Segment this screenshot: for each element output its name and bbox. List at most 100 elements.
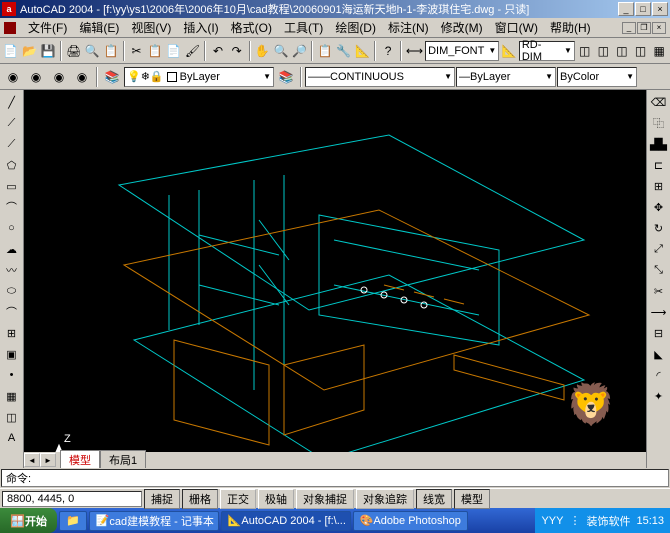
paste-icon[interactable]: 📄 <box>165 40 183 62</box>
dimstyle-combo[interactable]: DIM_FONT▼ <box>425 41 499 61</box>
copy2-icon[interactable]: ⿻ <box>649 113 669 133</box>
tb4-icon[interactable]: ◫ <box>632 40 650 62</box>
menu-tools[interactable]: 工具(T) <box>278 17 329 38</box>
trim-icon[interactable]: ✂ <box>649 281 669 301</box>
osnap-toggle[interactable]: 对象捕捉 <box>296 489 354 509</box>
menu-dimension[interactable]: 标注(N) <box>382 17 435 38</box>
dc-icon[interactable]: 🔧 <box>335 40 353 62</box>
grid-toggle[interactable]: 栅格 <box>182 489 218 509</box>
lwt-toggle[interactable]: 线宽 <box>416 489 452 509</box>
block-icon[interactable]: ▣ <box>2 344 22 364</box>
linetype-combo[interactable]: —— CONTINUOUS▼ <box>305 67 455 87</box>
tb3-icon[interactable]: ◫ <box>613 40 631 62</box>
chamfer-icon[interactable]: ◣ <box>649 344 669 364</box>
break-icon[interactable]: ⊟ <box>649 323 669 343</box>
publish-icon[interactable]: 📋 <box>102 40 120 62</box>
layer3-icon[interactable]: ◉ <box>48 66 70 88</box>
spline-icon[interactable]: 〰 <box>2 260 22 280</box>
layermgr-icon[interactable]: 📚 <box>101 66 123 88</box>
snap-toggle[interactable]: 捕捉 <box>144 489 180 509</box>
dimstyle2-combo[interactable]: RD-DIM▼ <box>519 41 575 61</box>
new-icon[interactable]: 📄 <box>2 40 20 62</box>
tb1-icon[interactable]: ◫ <box>576 40 594 62</box>
redo-icon[interactable]: ↷ <box>228 40 246 62</box>
mdi-restore[interactable]: ❐ <box>637 22 651 34</box>
insert-icon[interactable]: ⊞ <box>2 323 22 343</box>
undo-icon[interactable]: ↶ <box>209 40 227 62</box>
layer2-icon[interactable]: ◉ <box>25 66 47 88</box>
rotate-icon[interactable]: ↻ <box>649 218 669 238</box>
system-tray[interactable]: YYY⋮装饰软件 15:13 <box>535 508 670 533</box>
text-icon[interactable]: A <box>2 428 22 448</box>
arc-icon[interactable]: ⌒ <box>2 197 22 217</box>
tab-layout1[interactable]: 布局1 <box>100 450 146 468</box>
rect-icon[interactable]: ▭ <box>2 176 22 196</box>
layer-combo[interactable]: 💡❄🔒ByLayer▼ <box>124 67 274 87</box>
pline-icon[interactable]: ⟋ <box>2 134 22 154</box>
tab-model[interactable]: 模型 <box>60 450 100 468</box>
erase-icon[interactable]: ⌫ <box>649 92 669 112</box>
color-combo[interactable]: ByColor▼ <box>557 67 637 87</box>
line-icon[interactable]: ╱ <box>2 92 22 112</box>
explode-icon[interactable]: ✦ <box>649 386 669 406</box>
dim-icon[interactable]: ⟷ <box>405 40 424 62</box>
dim2-icon[interactable]: 📐 <box>500 40 518 62</box>
zoom2-icon[interactable]: 🔎 <box>291 40 309 62</box>
task-autocad[interactable]: 📐 AutoCAD 2004 - [f:\... <box>221 511 351 531</box>
fillet-icon[interactable]: ◜ <box>649 365 669 385</box>
menu-insert[interactable]: 插入(I) <box>177 17 224 38</box>
zoom-icon[interactable]: 🔍 <box>272 40 290 62</box>
menu-format[interactable]: 格式(O) <box>225 17 278 38</box>
preview-icon[interactable]: 🔍 <box>84 40 102 62</box>
revcloud-icon[interactable]: ☁ <box>2 239 22 259</box>
region-icon[interactable]: ◫ <box>2 407 22 427</box>
mdi-icon[interactable] <box>4 22 16 34</box>
mirror-icon[interactable]: ▟▙ <box>649 134 669 154</box>
save-icon[interactable]: 💾 <box>39 40 57 62</box>
minimize-button[interactable]: _ <box>618 2 634 16</box>
tp-icon[interactable]: 📐 <box>354 40 372 62</box>
layer4-icon[interactable]: ◉ <box>71 66 93 88</box>
array-icon[interactable]: ⊞ <box>649 176 669 196</box>
scroll-left[interactable]: ◄ <box>24 453 40 467</box>
menu-view[interactable]: 视图(V) <box>125 17 177 38</box>
ellipse-icon[interactable]: ⬭ <box>2 281 22 301</box>
scroll-right[interactable]: ► <box>40 453 56 467</box>
task-explorer[interactable]: 📁 <box>59 511 87 531</box>
layerstate-icon[interactable]: 📚 <box>275 66 297 88</box>
maximize-button[interactable]: □ <box>635 2 651 16</box>
menu-help[interactable]: 帮助(H) <box>544 17 597 38</box>
open-icon[interactable]: 📂 <box>21 40 39 62</box>
tb5-icon[interactable]: ▦ <box>650 40 668 62</box>
scale-icon[interactable]: ⤢ <box>649 239 669 259</box>
start-button[interactable]: 🪟 开始 <box>0 508 57 533</box>
lineweight-combo[interactable]: — ByLayer▼ <box>456 67 556 87</box>
ellipsearc-icon[interactable]: ⌒ <box>2 302 22 322</box>
menu-edit[interactable]: 编辑(E) <box>73 17 125 38</box>
drawing-canvas[interactable]: Z X Y 🦁 ◄ ► 模型 布局1 <box>24 90 646 468</box>
circle-icon[interactable]: ○ <box>2 218 22 238</box>
stretch-icon[interactable]: ⤡ <box>649 260 669 280</box>
command-line[interactable]: 命令: <box>1 469 669 487</box>
offset-icon[interactable]: ⊏ <box>649 155 669 175</box>
move-icon[interactable]: ✥ <box>649 197 669 217</box>
hatch-icon[interactable]: ▦ <box>2 386 22 406</box>
ortho-toggle[interactable]: 正交 <box>220 489 256 509</box>
menu-file[interactable]: 文件(F) <box>22 17 73 38</box>
menu-modify[interactable]: 修改(M) <box>435 17 489 38</box>
menu-draw[interactable]: 绘图(D) <box>329 17 382 38</box>
otrack-toggle[interactable]: 对象追踪 <box>356 489 414 509</box>
tb2-icon[interactable]: ◫ <box>594 40 612 62</box>
match-icon[interactable]: 🖌 <box>184 40 202 62</box>
cut-icon[interactable]: ✂ <box>128 40 146 62</box>
print-icon[interactable]: 🖨 <box>65 40 83 62</box>
mdi-minimize[interactable]: _ <box>622 22 636 34</box>
mdi-close[interactable]: × <box>652 22 666 34</box>
polygon-icon[interactable]: ⬠ <box>2 155 22 175</box>
copy-icon[interactable]: 📋 <box>146 40 164 62</box>
point-icon[interactable]: • <box>2 365 22 385</box>
task-notepad[interactable]: 📝 cad建模教程 - 记事本 <box>89 511 219 531</box>
xline-icon[interactable]: ⟋ <box>2 113 22 133</box>
props-icon[interactable]: 📋 <box>316 40 334 62</box>
close-button[interactable]: × <box>652 2 668 16</box>
